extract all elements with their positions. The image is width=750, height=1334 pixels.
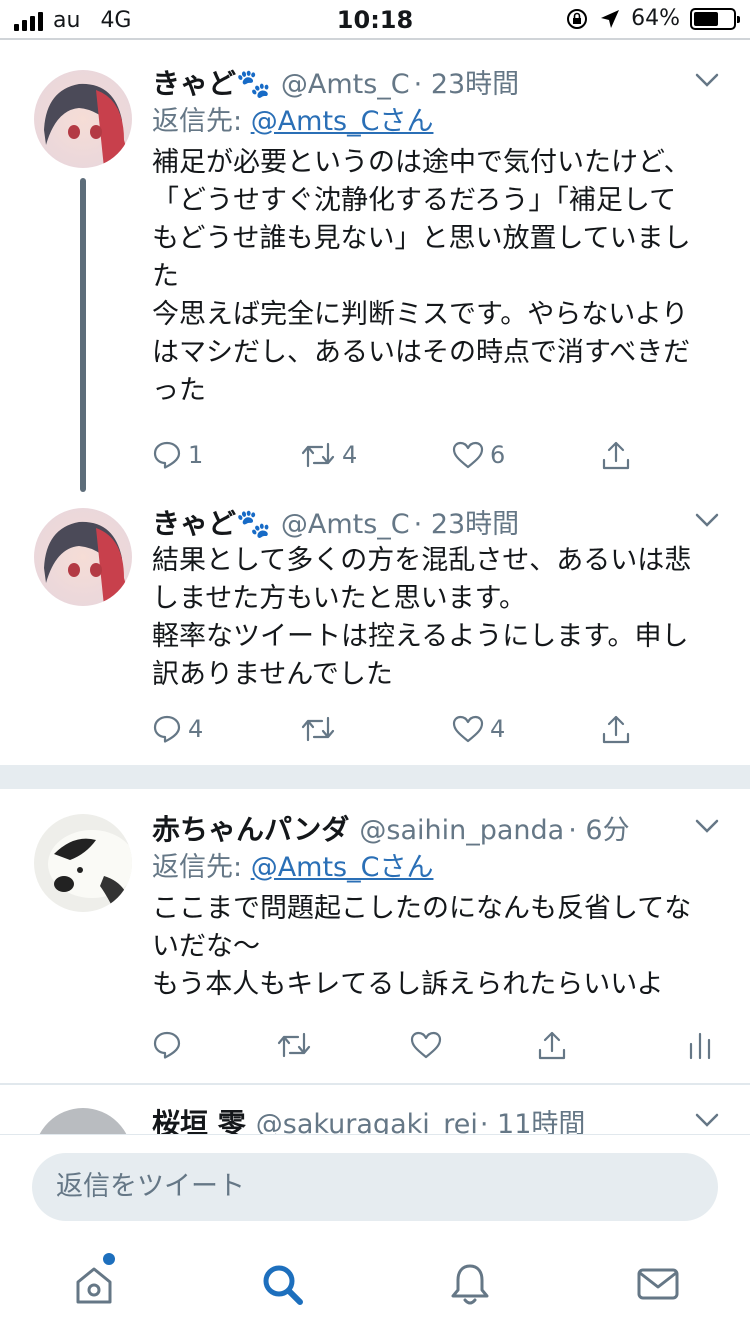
heart-icon	[452, 715, 484, 743]
timestamp: · 23時間	[413, 509, 520, 540]
tweet-divider	[0, 1083, 750, 1085]
home-new-indicator	[103, 1253, 115, 1265]
tweet[interactable]: 桜垣 零 @sakuragaki_rei · 11時間	[0, 1098, 750, 1134]
tweet-text: 結果として多くの方を混乱させ、あるいは悲 しませた方もいたと思います。 軽率なツ…	[152, 545, 692, 690]
reply-count: 4	[188, 715, 204, 743]
reply-prefix: 返信先:	[152, 852, 251, 883]
tweet-text: 補足が必要というのは途中で気付いたけど、 「どうせすぐ沈静化するだろう」「補足し…	[152, 147, 691, 406]
handle[interactable]: @sakuragaki_rei	[256, 1109, 478, 1134]
section-separator	[0, 765, 750, 789]
notifications-icon[interactable]	[446, 1260, 494, 1308]
divider	[0, 38, 750, 40]
retweet-button[interactable]	[300, 714, 336, 744]
retweet-icon	[301, 442, 335, 468]
retweet-icon	[277, 1032, 311, 1058]
display-name[interactable]: きゃど🐾	[152, 502, 271, 542]
reply-button[interactable]: 4	[152, 714, 203, 744]
location-arrow-icon	[601, 9, 620, 28]
home-icon[interactable]	[70, 1260, 118, 1308]
reply-to-link[interactable]: @Amts_Cさん	[251, 852, 434, 883]
reply-icon	[153, 441, 181, 469]
avatar[interactable]	[34, 1108, 132, 1134]
reply-prefix: 返信先:	[152, 106, 251, 137]
display-name[interactable]: 赤ちゃんパンダ	[152, 808, 349, 848]
retweet-count: 4	[342, 441, 358, 469]
avatar[interactable]	[34, 508, 132, 606]
timestamp: · 11時間	[479, 1109, 586, 1134]
heart-icon	[410, 1031, 442, 1059]
share-icon	[538, 1031, 566, 1060]
reply-composer-bar: 返信をツイート	[0, 1134, 750, 1230]
reply-context: 返信先: @Amts_Cさん	[152, 104, 720, 140]
share-button[interactable]	[600, 714, 632, 746]
thread-connector	[80, 178, 86, 492]
chevron-down-icon[interactable]	[694, 510, 720, 530]
share-button[interactable]	[536, 1030, 568, 1062]
reply-count: 1	[188, 441, 204, 469]
tab-bar	[0, 1232, 750, 1334]
battery-percent: 64%	[631, 6, 680, 31]
timestamp: · 23時間	[413, 69, 520, 100]
display-name[interactable]: きゃど🐾	[152, 62, 271, 102]
retweet-button[interactable]: 4	[300, 440, 357, 470]
like-button[interactable]: 6	[452, 440, 505, 470]
share-icon	[602, 715, 630, 744]
status-bar: au 4G 10:18 64%	[0, 0, 750, 40]
avatar[interactable]	[34, 814, 132, 912]
reply-context: 返信先: @Amts_Cさん	[152, 850, 720, 886]
retweet-button[interactable]	[276, 1030, 312, 1060]
share-button[interactable]	[600, 440, 632, 472]
avatar[interactable]	[34, 70, 132, 168]
reply-to-link[interactable]: @Amts_Cさん	[251, 106, 434, 137]
analytics-icon	[689, 1032, 711, 1060]
battery-icon	[690, 7, 740, 30]
display-name[interactable]: 桜垣 零	[152, 1102, 246, 1134]
share-icon	[602, 441, 630, 470]
lock-rotation-icon	[567, 8, 588, 29]
like-button[interactable]	[410, 1030, 442, 1060]
reply-icon	[153, 1031, 181, 1059]
retweet-icon	[301, 716, 335, 742]
chevron-down-icon[interactable]	[694, 816, 720, 836]
reply-button[interactable]: 1	[152, 440, 203, 470]
like-count: 4	[490, 715, 506, 743]
reply-input[interactable]: 返信をツイート	[32, 1153, 718, 1221]
messages-icon[interactable]	[634, 1260, 682, 1308]
search-icon[interactable]	[258, 1260, 306, 1308]
tweet-text: ここまで問題起こしたのになんも反省してな いだな～ もう本人もキレてるし訴えられ…	[152, 893, 692, 1000]
handle[interactable]: @Amts_C	[281, 69, 410, 100]
heart-icon	[452, 441, 484, 469]
reply-button[interactable]	[152, 1030, 182, 1060]
timestamp: · 6分	[568, 815, 630, 846]
handle[interactable]: @saihin_panda	[359, 815, 564, 846]
like-count: 6	[490, 441, 506, 469]
chevron-down-icon[interactable]	[694, 70, 720, 90]
reply-icon	[153, 715, 181, 743]
chevron-down-icon[interactable]	[694, 1110, 720, 1130]
like-button[interactable]: 4	[452, 714, 505, 744]
analytics-button[interactable]	[688, 1030, 712, 1060]
handle[interactable]: @Amts_C	[281, 509, 410, 540]
